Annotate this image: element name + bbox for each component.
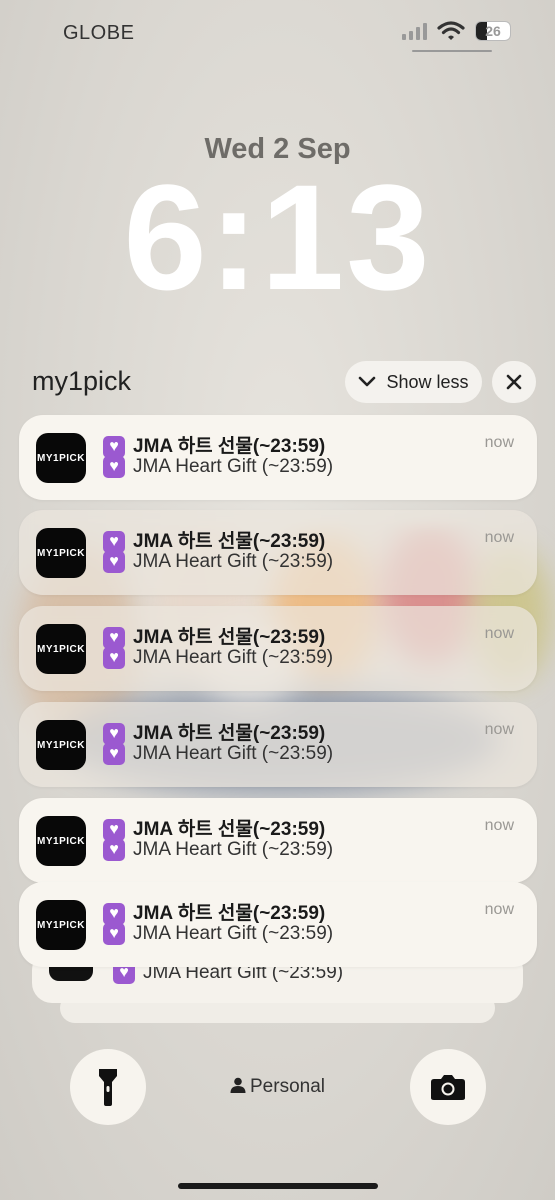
battery-level: 26 bbox=[485, 23, 501, 39]
signal-icon bbox=[402, 22, 427, 40]
notification-title: JMA 하트 선물(~23:59) bbox=[133, 903, 326, 924]
close-icon bbox=[506, 374, 522, 390]
notification-title: JMA 하트 선물(~23:59) bbox=[133, 436, 326, 457]
heart-icon bbox=[103, 647, 125, 669]
my1pick-app-icon: MY1PICK bbox=[36, 433, 86, 483]
clear-group-button[interactable] bbox=[492, 361, 536, 403]
notification-time: now bbox=[484, 817, 514, 834]
status-indicator-line bbox=[412, 50, 492, 52]
show-less-button[interactable]: Show less bbox=[345, 361, 482, 403]
lock-time: 6:13 bbox=[123, 153, 432, 321]
notification-group-title: my1pick bbox=[32, 366, 132, 396]
home-indicator[interactable] bbox=[178, 1183, 378, 1189]
heart-icon bbox=[103, 626, 125, 649]
notification-time: now bbox=[484, 434, 514, 451]
notification-title: JMA 하트 선물(~23:59) bbox=[133, 723, 326, 744]
camera-icon bbox=[431, 1075, 465, 1100]
notification-title: JMA 하트 선물(~23:59) bbox=[133, 819, 326, 840]
battery-icon: 26 bbox=[475, 21, 511, 41]
notification-body: JMA Heart Gift (~23:59) bbox=[133, 743, 334, 765]
notification-time: now bbox=[484, 625, 514, 642]
status-icons: 26 bbox=[402, 20, 511, 42]
notification-card[interactable]: MY1PICK JMA 하트 선물(~23:59) JMA Heart Gift… bbox=[19, 415, 537, 500]
notification-title: JMA 하트 선물(~23:59) bbox=[133, 531, 326, 552]
my1pick-app-icon: MY1PICK bbox=[36, 900, 86, 950]
notification-title: JMA 하트 선물(~23:59) bbox=[133, 627, 326, 648]
heart-icon bbox=[103, 902, 125, 925]
notification-card[interactable]: MY1PICK JMA 하트 선물(~23:59) JMA Heart Gift… bbox=[19, 510, 537, 595]
heart-icon bbox=[103, 530, 125, 553]
my1pick-app-icon: MY1PICK bbox=[36, 528, 86, 578]
carrier-name: GLOBE bbox=[63, 22, 135, 44]
wifi-icon bbox=[437, 21, 465, 40]
heart-icon bbox=[103, 839, 125, 861]
notification-body: JMA Heart Gift (~23:59) bbox=[133, 647, 334, 669]
notification-card[interactable]: MY1PICK JMA 하트 선물(~23:59) JMA Heart Gift… bbox=[19, 606, 537, 691]
notification-body: JMA Heart Gift (~23:59) bbox=[133, 456, 334, 478]
heart-icon bbox=[103, 722, 125, 745]
notification-body: JMA Heart Gift (~23:59) bbox=[133, 551, 334, 573]
heart-icon bbox=[103, 551, 125, 573]
heart-icon bbox=[103, 818, 125, 841]
heart-icon bbox=[103, 923, 125, 945]
notification-card[interactable]: MY1PICK JMA 하트 선물(~23:59) JMA Heart Gift… bbox=[19, 702, 537, 787]
notification-card[interactable]: MY1PICK JMA 하트 선물(~23:59) JMA Heart Gift… bbox=[19, 882, 537, 967]
notification-time: now bbox=[484, 529, 514, 546]
show-less-label: Show less bbox=[386, 371, 469, 392]
notification-time: now bbox=[484, 721, 514, 738]
heart-icon bbox=[103, 435, 125, 458]
my1pick-app-icon: MY1PICK bbox=[36, 624, 86, 674]
my1pick-app-icon: MY1PICK bbox=[36, 720, 86, 770]
my1pick-app-icon: MY1PICK bbox=[36, 816, 86, 866]
notification-body: JMA Heart Gift (~23:59) bbox=[133, 923, 334, 945]
notification-body: JMA Heart Gift (~23:59) bbox=[133, 839, 334, 861]
chevron-down-icon bbox=[359, 376, 376, 387]
notification-time: now bbox=[484, 901, 514, 918]
person-icon bbox=[230, 1077, 246, 1093]
focus-label: Personal bbox=[250, 1076, 325, 1097]
camera-button[interactable] bbox=[410, 1049, 486, 1125]
notification-card[interactable]: MY1PICK JMA 하트 선물(~23:59) JMA Heart Gift… bbox=[19, 798, 537, 883]
heart-icon bbox=[103, 456, 125, 478]
heart-icon bbox=[103, 743, 125, 765]
